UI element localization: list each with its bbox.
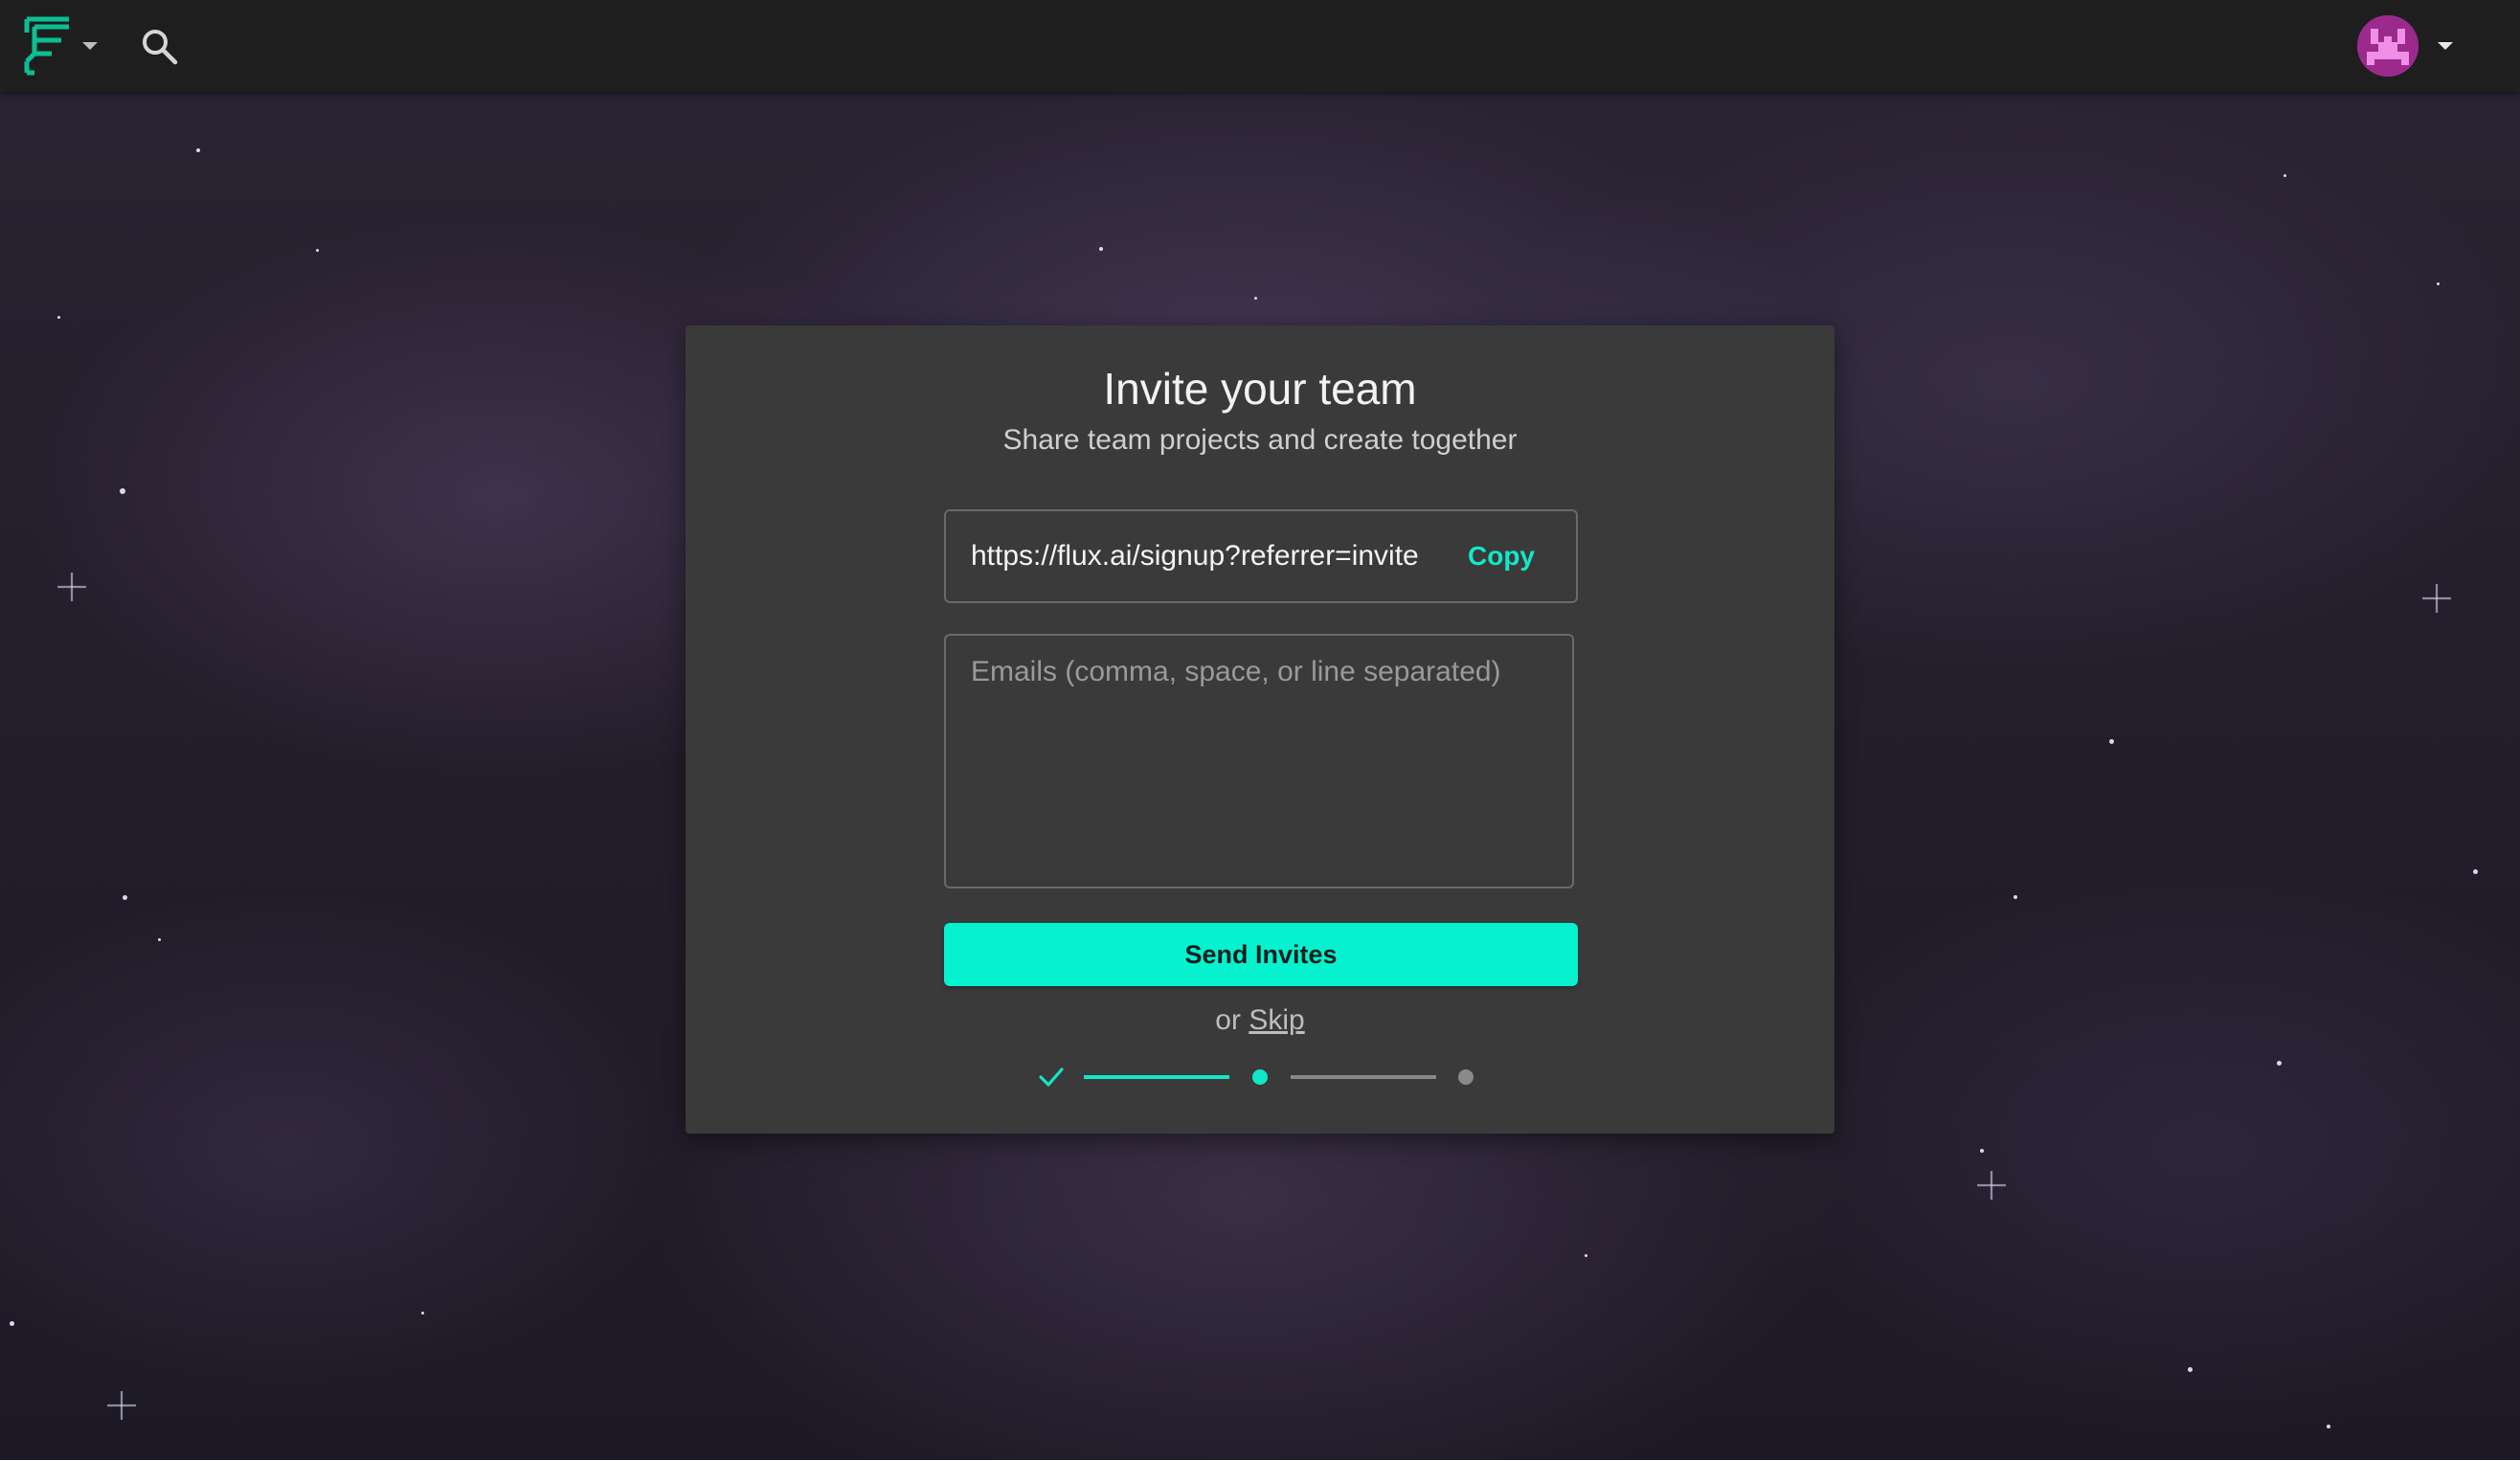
sparkle xyxy=(1977,1171,2006,1200)
search-button[interactable] xyxy=(140,27,180,67)
sparkle xyxy=(2422,584,2451,613)
step-2-current-dot xyxy=(1252,1069,1268,1085)
dialog-subtitle: Share team projects and create together xyxy=(1002,424,1518,456)
star xyxy=(2473,869,2478,874)
flux-logo-icon xyxy=(24,16,69,76)
pixel-avatar-icon xyxy=(2357,15,2419,77)
dialog-title: Invite your team xyxy=(1103,364,1417,414)
star xyxy=(2277,1061,2282,1066)
step-3-pending-dot xyxy=(1458,1069,1474,1085)
star xyxy=(316,249,319,252)
star xyxy=(123,895,127,900)
star xyxy=(1980,1149,1984,1153)
star xyxy=(196,148,200,152)
step-1-complete-check-icon xyxy=(1039,1068,1064,1087)
star xyxy=(421,1312,424,1315)
sparkle xyxy=(57,573,86,601)
star xyxy=(2109,739,2114,744)
chevron-down-icon xyxy=(82,42,98,50)
invite-link-text[interactable]: https://flux.ai/signup?referrer=invite xyxy=(971,511,1438,601)
top-bar xyxy=(0,0,2520,92)
star xyxy=(2014,895,2017,899)
logo-menu-button[interactable] xyxy=(23,15,101,77)
account-menu-button[interactable] xyxy=(2357,13,2463,79)
sparkle xyxy=(107,1391,136,1420)
star xyxy=(1099,247,1103,251)
copy-link-button[interactable]: Copy xyxy=(1453,511,1549,601)
or-text: or xyxy=(1215,1004,1241,1036)
invite-link-field: https://flux.ai/signup?referrer=invite C… xyxy=(944,509,1578,603)
chevron-down-icon xyxy=(2438,42,2453,50)
skip-link[interactable]: Skip xyxy=(1249,1004,1304,1036)
star xyxy=(2437,282,2440,285)
star xyxy=(2284,174,2286,177)
send-invites-button[interactable]: Send Invites xyxy=(944,923,1578,986)
star xyxy=(1254,297,1257,300)
star xyxy=(158,938,161,941)
avatar xyxy=(2357,15,2419,77)
star xyxy=(2327,1425,2330,1428)
star xyxy=(2188,1367,2193,1372)
emails-input[interactable] xyxy=(944,634,1574,888)
star xyxy=(10,1321,14,1326)
star xyxy=(1585,1254,1587,1257)
skip-row: or Skip xyxy=(686,1001,1834,1040)
progress-stepper xyxy=(686,1063,1834,1091)
invite-team-dialog: Invite your team Share team projects and… xyxy=(686,326,1834,1134)
star xyxy=(57,316,60,319)
search-icon xyxy=(143,30,178,65)
star xyxy=(120,488,125,494)
